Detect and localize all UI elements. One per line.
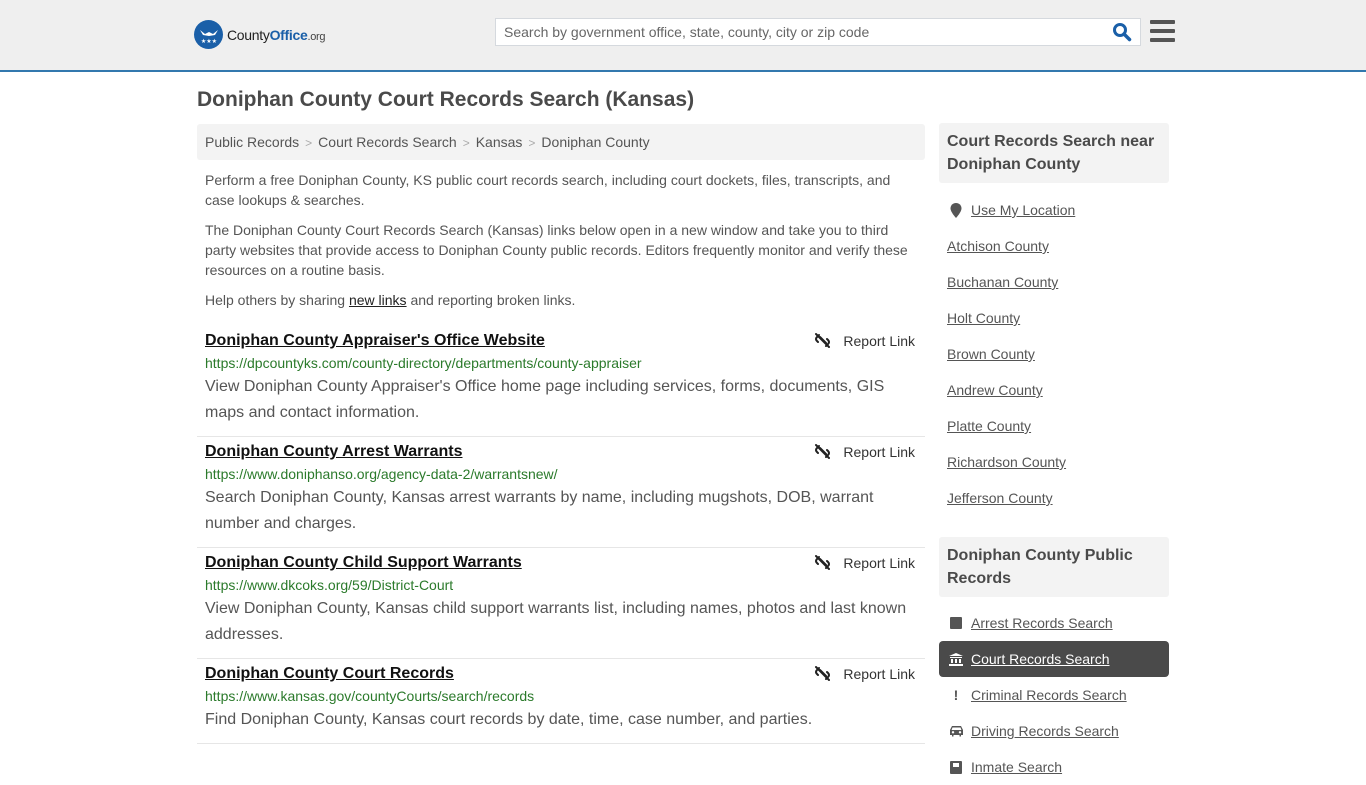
map-marker-icon xyxy=(947,202,965,218)
sidebar-item-inmate-search[interactable]: Inmate Search xyxy=(939,749,1169,785)
result-description: View Doniphan County, Kansas child suppo… xyxy=(205,600,907,643)
sidebar-item-court-records[interactable]: Court Records Search xyxy=(939,641,1169,677)
breadcrumb-separator: > xyxy=(305,136,313,150)
car-icon xyxy=(947,725,965,737)
use-my-location-link[interactable]: Use My Location xyxy=(947,192,1169,228)
square-icon xyxy=(947,617,965,629)
sidebar-item-criminal-records[interactable]: ! Criminal Records Search xyxy=(939,677,1169,713)
search-input[interactable] xyxy=(496,19,1096,45)
broken-link-icon xyxy=(815,666,831,681)
site-header: ★★★ CountyOffice.org xyxy=(0,0,1366,72)
result-title-link[interactable]: Doniphan County Appraiser's Office Websi… xyxy=(205,332,545,350)
exclamation-icon: ! xyxy=(953,687,959,703)
search-box xyxy=(495,18,1141,46)
result-item: Doniphan County Court Records Report Lin… xyxy=(197,659,925,744)
nearby-county-link[interactable]: Brown County xyxy=(947,336,1169,372)
breadcrumb-court-records-search[interactable]: Court Records Search xyxy=(318,134,457,150)
breadcrumb-separator: > xyxy=(462,136,470,150)
result-url: https://dpcountyks.com/county-directory/… xyxy=(205,355,642,371)
broken-link-icon xyxy=(815,333,831,348)
result-item: Doniphan County Arrest Warrants Report L… xyxy=(197,437,925,548)
logo-text: CountyOffice.org xyxy=(227,26,326,43)
search-icon[interactable] xyxy=(1112,22,1134,44)
breadcrumb-public-records[interactable]: Public Records xyxy=(205,134,299,150)
nearby-county-link[interactable]: Jefferson County xyxy=(947,480,1169,516)
breadcrumb-separator: > xyxy=(528,136,536,150)
inmate-icon xyxy=(947,760,965,774)
result-item: Doniphan County Appraiser's Office Websi… xyxy=(197,326,925,437)
broken-link-icon xyxy=(815,444,831,459)
report-link-button[interactable]: Report Link xyxy=(814,665,915,682)
intro-paragraph-2: The Doniphan County Court Records Search… xyxy=(205,222,908,278)
breadcrumb: Public Records > Court Records Search > Kans… xyxy=(197,124,925,160)
nearby-county-link[interactable]: Atchison County xyxy=(947,228,1169,264)
breadcrumb-doniphan-county[interactable]: Doniphan County xyxy=(541,134,649,150)
nearby-county-link[interactable]: Buchanan County xyxy=(947,264,1169,300)
intro-text: Perform a free Doniphan County, KS publi… xyxy=(205,170,917,320)
result-title-link[interactable]: Doniphan County Court Records xyxy=(205,665,454,683)
sidebar-item-driving-records[interactable]: Driving Records Search xyxy=(939,713,1169,749)
result-description: View Doniphan County Appraiser's Office … xyxy=(205,378,885,421)
new-links-link[interactable]: new links xyxy=(349,292,407,308)
intro-paragraph-3: Help others by sharing new links and rep… xyxy=(205,292,576,308)
intro-paragraph-1: Perform a free Doniphan County, KS publi… xyxy=(205,172,891,208)
public-records-list: Arrest Records Search Court Records Sear… xyxy=(939,605,1169,785)
result-description: Find Doniphan County, Kansas court recor… xyxy=(205,711,813,728)
report-link-button[interactable]: Report Link xyxy=(814,554,915,571)
hamburger-menu-icon[interactable] xyxy=(1150,20,1175,42)
result-title-link[interactable]: Doniphan County Arrest Warrants xyxy=(205,443,463,461)
sidebar-item-arrest-records[interactable]: Arrest Records Search xyxy=(939,605,1169,641)
result-title-link[interactable]: Doniphan County Child Support Warrants xyxy=(205,554,522,572)
result-item: Doniphan County Child Support Warrants R… xyxy=(197,548,925,659)
nearby-list: Use My Location Atchison County Buchanan… xyxy=(947,192,1169,516)
public-records-heading: Doniphan County Public Records xyxy=(939,537,1169,597)
result-description: Search Doniphan County, Kansas arrest wa… xyxy=(205,489,874,532)
nearby-heading: Court Records Search near Doniphan Count… xyxy=(939,123,1169,183)
site-logo[interactable]: ★★★ CountyOffice.org xyxy=(194,20,326,49)
svg-text:★★★: ★★★ xyxy=(200,38,216,45)
page-title: Doniphan County Court Records Search (Ka… xyxy=(197,88,695,111)
broken-link-icon xyxy=(815,555,831,570)
nearby-county-link[interactable]: Richardson County xyxy=(947,444,1169,480)
logo-eagle-icon: ★★★ xyxy=(194,20,223,49)
results-list: Doniphan County Appraiser's Office Websi… xyxy=(197,326,925,744)
breadcrumb-kansas[interactable]: Kansas xyxy=(476,134,523,150)
nearby-county-link[interactable]: Holt County xyxy=(947,300,1169,336)
courthouse-icon xyxy=(947,652,965,666)
result-url: https://www.kansas.gov/countyCourts/sear… xyxy=(205,688,535,704)
report-link-button[interactable]: Report Link xyxy=(814,332,915,349)
result-url: https://www.doniphanso.org/agency-data-2… xyxy=(205,466,558,482)
report-link-button[interactable]: Report Link xyxy=(814,443,915,460)
nearby-county-link[interactable]: Platte County xyxy=(947,408,1169,444)
result-url: https://www.dkcoks.org/59/District-Court xyxy=(205,577,454,593)
nearby-county-link[interactable]: Andrew County xyxy=(947,372,1169,408)
